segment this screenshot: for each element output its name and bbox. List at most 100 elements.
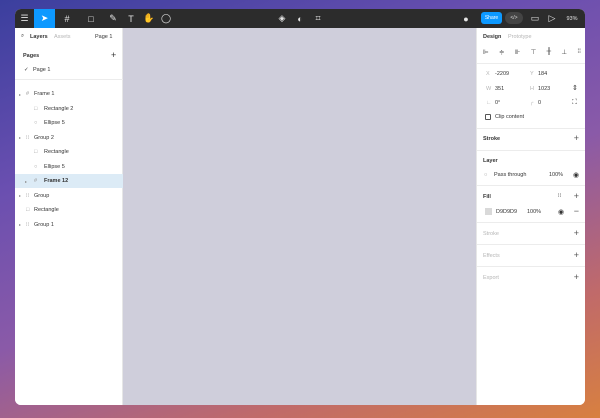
frame-tool-icon[interactable]: # bbox=[57, 9, 77, 28]
present-icon[interactable]: ▷ bbox=[545, 9, 559, 28]
fill-hex[interactable]: D9D9D9 bbox=[496, 209, 517, 215]
layer-row[interactable]: ▸ ⁞⁞ Group 1 bbox=[15, 218, 123, 232]
tab-design[interactable]: Design bbox=[483, 34, 501, 40]
w-label: W bbox=[486, 86, 492, 92]
layer-row[interactable]: ○ Ellipse 5 bbox=[15, 116, 123, 130]
contrast-icon[interactable]: ◐ bbox=[293, 9, 307, 28]
layer-name: Rectangle bbox=[44, 149, 69, 155]
radius-icon: ╭ bbox=[530, 100, 534, 106]
rect-icon: □ bbox=[34, 149, 38, 155]
library-icon[interactable]: ▭ bbox=[529, 9, 541, 28]
layer-name: Rectangle bbox=[34, 207, 59, 213]
move-tool-icon[interactable]: ➤ bbox=[34, 9, 55, 28]
checkmark-icon: ✓ bbox=[24, 67, 29, 73]
share-button[interactable]: Share bbox=[481, 12, 502, 24]
tab-prototype[interactable]: Prototype bbox=[508, 34, 532, 40]
visibility-icon[interactable]: ◉ bbox=[573, 171, 579, 179]
alignment-toolbar: ⊫ ≑ ⊪ ⊤ ╫ ⊥ ⁞⁞ bbox=[483, 48, 581, 56]
align-middle-icon[interactable]: ╫ bbox=[547, 48, 552, 56]
stroke-title: Stroke bbox=[483, 136, 501, 142]
y-input[interactable]: 184 bbox=[538, 71, 547, 77]
align-left-icon[interactable]: ⊫ bbox=[483, 48, 489, 56]
styles-icon[interactable]: ⁞⁞ bbox=[558, 193, 561, 199]
constrain-proportions-icon[interactable]: ⇕ bbox=[572, 84, 578, 92]
add-stroke-icon[interactable]: + bbox=[574, 133, 579, 143]
main-menu-icon[interactable]: ☰ bbox=[15, 9, 34, 28]
shape-tool-icon[interactable]: □ bbox=[81, 9, 101, 28]
distribute-icon[interactable]: ⁞⁞ bbox=[577, 48, 581, 56]
canvas[interactable] bbox=[123, 28, 476, 405]
add-stroke-icon[interactable]: + bbox=[574, 228, 579, 238]
add-export-icon[interactable]: + bbox=[574, 272, 579, 282]
add-fill-icon[interactable]: + bbox=[574, 191, 579, 201]
layer-row[interactable]: □ Rectangle 2 bbox=[15, 102, 123, 116]
pen-tool-icon[interactable]: ✎ bbox=[103, 9, 123, 28]
remove-fill-icon[interactable]: − bbox=[574, 206, 579, 216]
layer-row[interactable]: ○ Ellipse 5 bbox=[15, 160, 123, 174]
fill-title: Fill bbox=[483, 194, 491, 200]
layer-title: Layer bbox=[483, 158, 498, 164]
frame-icon: # bbox=[34, 178, 38, 184]
caret-icon[interactable]: ▸ bbox=[19, 193, 21, 198]
export-section: Export bbox=[483, 275, 499, 281]
layer-opacity[interactable]: 100% bbox=[549, 172, 563, 178]
blend-icon: ◌ bbox=[484, 172, 488, 178]
add-page-icon[interactable]: + bbox=[111, 50, 116, 60]
add-effect-icon[interactable]: + bbox=[574, 250, 579, 260]
align-bottom-icon[interactable]: ⊥ bbox=[561, 48, 567, 56]
layer-name: Ellipse 5 bbox=[44, 163, 65, 170]
fill-opacity[interactable]: 100% bbox=[527, 209, 541, 215]
crop-icon[interactable]: ⌗ bbox=[311, 9, 325, 28]
height-input[interactable]: 1023 bbox=[538, 86, 550, 92]
zoom-level[interactable]: 93% bbox=[562, 9, 582, 28]
clip-content-label: Clip content bbox=[495, 114, 525, 120]
hand-tool-icon[interactable]: ✋ bbox=[142, 9, 156, 28]
layer-row[interactable]: ▸ ⁞⁞ Group bbox=[15, 189, 123, 203]
fill-visibility-icon[interactable]: ◉ bbox=[558, 208, 564, 216]
layer-name: Group 2 bbox=[34, 134, 54, 141]
components-icon[interactable]: ◈ bbox=[275, 9, 289, 28]
avatar[interactable]: ● bbox=[458, 9, 474, 28]
layer-name: Group bbox=[34, 192, 50, 199]
caret-icon[interactable]: ▸ bbox=[19, 92, 21, 97]
dev-mode-toggle[interactable]: </> bbox=[505, 12, 523, 24]
design-panel: Design Prototype ⊫ ≑ ⊪ ⊤ ╫ ⊥ ⁞⁞ X -2209 Y 184 … bbox=[476, 28, 585, 405]
page-item[interactable]: Page 1 bbox=[33, 67, 50, 73]
layer-name: Group 1 bbox=[34, 221, 54, 228]
layers-panel: ⌕ Layers Assets Page 1 Pages + ✓ Page 1 … bbox=[15, 28, 123, 405]
resize-icon[interactable]: ⛶ bbox=[572, 99, 577, 107]
toolbar: ☰ ➤ # □ ✎ T ✋ ◯ ◈ ◐ ⌗ ● Share </> ▭ ▷ 93… bbox=[15, 9, 585, 28]
tab-assets[interactable]: Assets bbox=[54, 34, 71, 40]
layer-row[interactable]: ▸ # Frame 12 bbox=[15, 174, 123, 188]
align-center-icon[interactable]: ≑ bbox=[499, 48, 504, 56]
x-input[interactable]: -2209 bbox=[495, 71, 509, 77]
stroke-section: Stroke bbox=[483, 231, 499, 237]
caret-icon[interactable]: ▸ bbox=[19, 135, 21, 140]
rotation-input[interactable]: 0° bbox=[495, 100, 500, 106]
rect-icon: □ bbox=[26, 207, 30, 213]
caret-icon[interactable]: ▸ bbox=[19, 222, 21, 227]
layer-row[interactable]: □ Rectangle bbox=[15, 145, 123, 159]
layer-row[interactable]: ▸ ⁞⁞ Group 2 bbox=[15, 131, 123, 145]
text-tool-icon[interactable]: T bbox=[124, 9, 138, 28]
width-input[interactable]: 351 bbox=[495, 86, 504, 92]
ellipse-icon: ○ bbox=[34, 120, 38, 126]
caret-icon[interactable]: ▸ bbox=[25, 179, 27, 184]
align-top-icon[interactable]: ⊤ bbox=[531, 48, 537, 56]
clip-content-checkbox[interactable] bbox=[485, 114, 491, 120]
rotation-icon: ∟ bbox=[486, 100, 492, 106]
group-icon: ⁞⁞ bbox=[26, 221, 30, 228]
radius-input[interactable]: 0 bbox=[538, 100, 541, 106]
h-label: H bbox=[530, 86, 534, 92]
comment-tool-icon[interactable]: ◯ bbox=[159, 9, 173, 28]
layer-row[interactable]: □ Rectangle bbox=[15, 203, 123, 217]
align-right-icon[interactable]: ⊪ bbox=[515, 48, 521, 56]
ellipse-icon: ○ bbox=[34, 163, 38, 170]
x-label: X bbox=[486, 71, 490, 77]
fill-swatch[interactable] bbox=[485, 208, 492, 215]
page-select[interactable]: Page 1 bbox=[95, 34, 112, 40]
layer-row[interactable]: ▸ # Frame 1 bbox=[15, 87, 123, 101]
search-icon[interactable]: ⌕ bbox=[21, 33, 24, 40]
tab-layers[interactable]: Layers bbox=[30, 34, 48, 40]
blend-mode-select[interactable]: Pass through bbox=[494, 172, 526, 178]
